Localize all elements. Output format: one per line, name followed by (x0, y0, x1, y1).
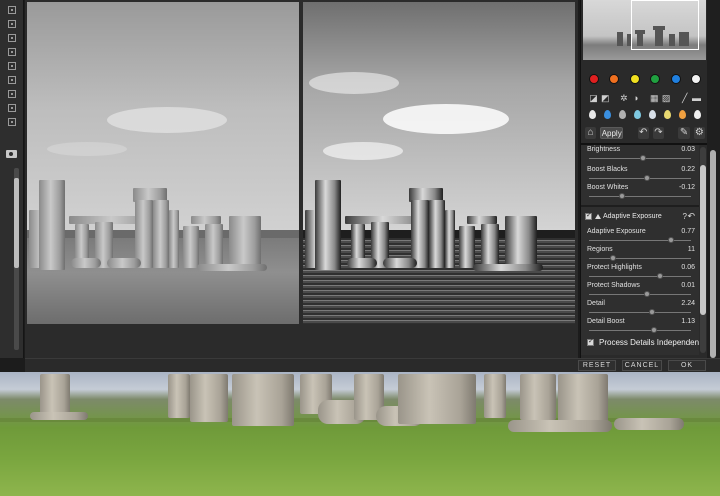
after-preview-image (303, 2, 575, 324)
drop-icon-white[interactable] (589, 109, 596, 119)
redo-icon[interactable]: ↷ (652, 127, 665, 139)
settings-icon[interactable]: ⚙ (693, 127, 705, 139)
color-presets-row (589, 74, 701, 84)
before-preview-image (27, 2, 299, 324)
grid-icon[interactable] (8, 20, 16, 28)
tool-icon-row: ◪ ◩ ✲ ◑ ▦ ▨ ╱ ▬ (589, 92, 701, 104)
slider-brightness: Brightness 0.03 (587, 145, 695, 165)
slider-knob[interactable] (650, 327, 657, 333)
help-icon[interactable]: ? (683, 212, 687, 221)
action-row: ⌂ Apply ↶ ↷ ✎ ⚙ (585, 126, 705, 140)
process-details-row[interactable]: Process Details Independently (587, 337, 699, 349)
grid-icon[interactable]: ▦ (650, 93, 659, 103)
drop-icon-yellow[interactable] (664, 109, 671, 119)
grid-icon[interactable] (8, 118, 16, 126)
drop-icon-light[interactable] (649, 109, 656, 119)
drop-icon-pale[interactable] (694, 109, 701, 119)
outer-scrollbar-thumb[interactable] (710, 150, 716, 358)
color-preset-blue[interactable] (670, 74, 681, 84)
reset-button[interactable]: RESET (578, 360, 616, 371)
color-preset-white[interactable] (690, 74, 701, 84)
left-scrollbar-thumb[interactable] (14, 178, 19, 268)
cancel-button[interactable]: CANCEL (622, 360, 662, 371)
panel-scrollbar-thumb[interactable] (700, 165, 706, 315)
color-preset-green[interactable] (650, 74, 661, 84)
panel-scrollbar[interactable] (700, 147, 706, 353)
color-preset-orange[interactable] (609, 74, 620, 84)
curves-icon[interactable]: ▨ (662, 93, 671, 103)
preview-area (25, 0, 578, 358)
color-preset-yellow[interactable] (629, 74, 640, 84)
half-circle-icon[interactable]: ◑ (631, 93, 640, 103)
navigator-thumbnail[interactable] (583, 0, 706, 60)
outer-scrollbar-area (707, 0, 720, 372)
slider-knob[interactable] (618, 193, 625, 199)
drop-icon-blue[interactable] (604, 109, 611, 119)
background-photo (0, 372, 720, 496)
drop-icon-cyan[interactable] (634, 109, 641, 119)
adjustments-panel: ◪ ◩ ✲ ◑ ▦ ▨ ╱ ▬ ⌂ Apply ↶ ↷ ✎ ⚙ Brightne… (580, 0, 707, 358)
apply-button[interactable]: Apply (600, 127, 624, 139)
grid-icon[interactable] (8, 6, 16, 14)
left-scrollbar[interactable] (14, 168, 19, 350)
navigator-view-box[interactable] (631, 0, 699, 50)
drop-icon-row (589, 108, 701, 120)
grid-icon[interactable] (8, 76, 16, 84)
drop-icon-orange[interactable] (679, 109, 686, 119)
ok-button[interactable]: OK (668, 360, 706, 371)
camera-icon[interactable] (6, 150, 17, 158)
adjustment-controls: Brightness 0.03 Boost Blacks 0.22 Boost … (581, 145, 699, 355)
undo-icon[interactable]: ↶ (637, 127, 649, 139)
left-toolbar (0, 0, 24, 358)
process-details-checkbox[interactable] (587, 337, 594, 346)
adaptive-exposure-section-header[interactable]: Adaptive Exposure ? ↶ (583, 210, 697, 224)
eraser-icon[interactable]: ▬ (692, 93, 701, 103)
undo-icon[interactable]: ↶ (687, 211, 695, 222)
color-preset-red[interactable] (589, 74, 599, 84)
grid-icon[interactable] (8, 34, 16, 42)
tone-icon[interactable]: ◩ (601, 93, 610, 103)
brush-icon[interactable]: ╱ (680, 93, 689, 103)
adaptive-exposure-checkbox[interactable] (585, 211, 592, 220)
contrast-icon[interactable]: ◪ (589, 93, 598, 103)
drop-icon-gray[interactable] (619, 109, 626, 119)
slider-boost-whites: Boost Whites -0.12 (587, 181, 695, 203)
home-icon[interactable]: ⌂ (585, 127, 597, 139)
grid-icon[interactable] (8, 90, 16, 98)
wrench-icon[interactable]: ✎ (678, 127, 690, 139)
collapse-arrow-icon[interactable] (595, 214, 601, 219)
grid-icon[interactable] (8, 104, 16, 112)
photo-editor-window: ◪ ◩ ✲ ◑ ▦ ▨ ╱ ▬ ⌂ Apply ↶ ↷ ✎ ⚙ Brightne… (0, 0, 720, 372)
grid-icon[interactable] (8, 62, 16, 70)
grid-icon[interactable] (8, 48, 16, 56)
slider-detail-boost: Detail Boost 1.13 (587, 315, 695, 337)
slider-knob[interactable] (640, 155, 647, 161)
sun-icon[interactable]: ✲ (619, 93, 628, 103)
